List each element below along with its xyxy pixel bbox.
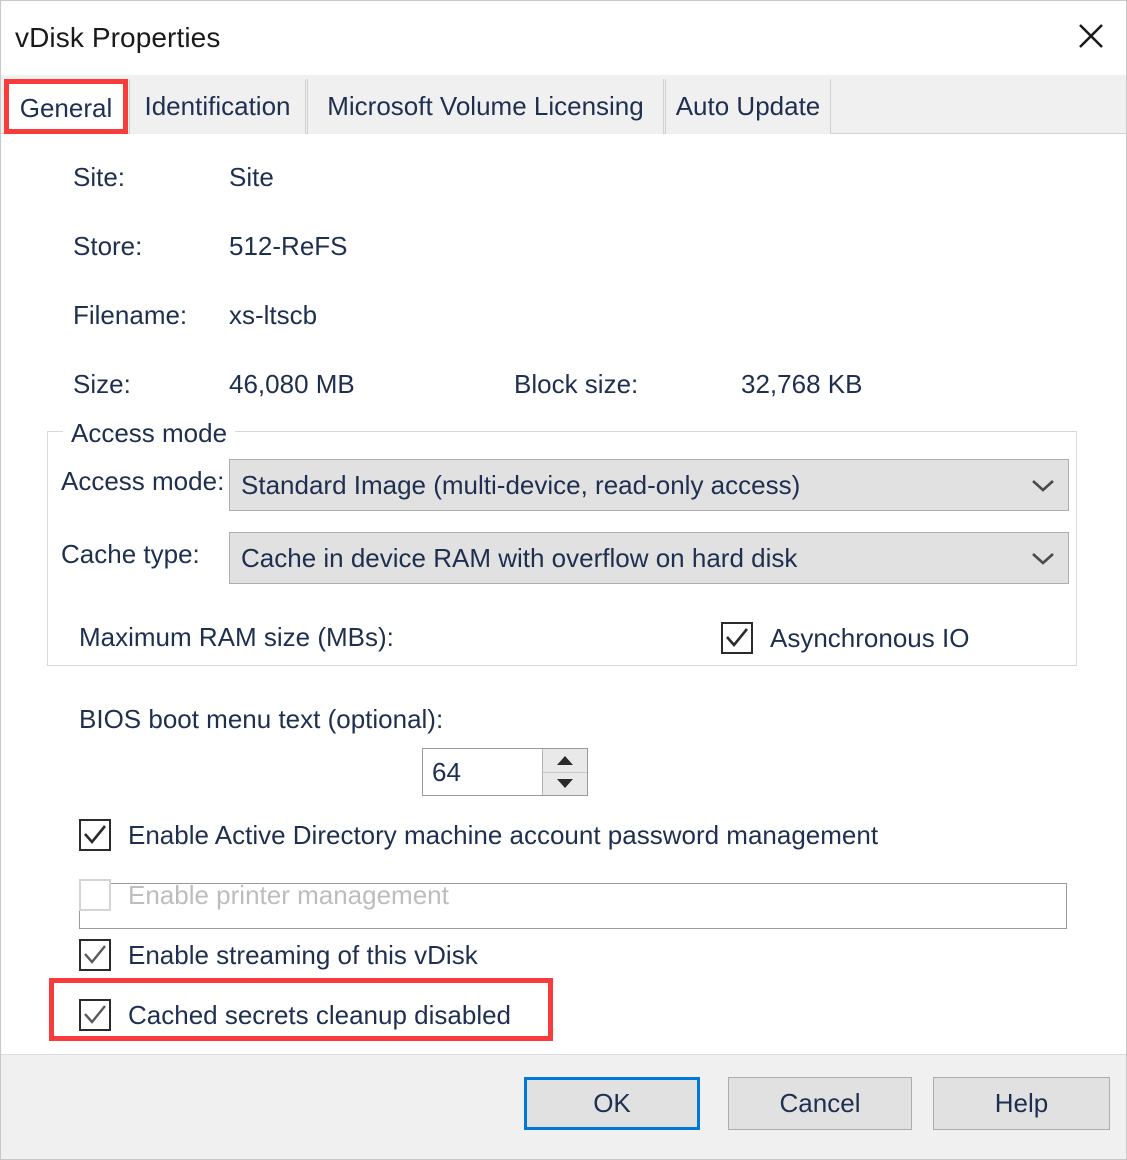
stepper-up-button[interactable]: [543, 749, 587, 772]
title-bar: vDisk Properties: [1, 1, 1126, 75]
store-value: 512-ReFS: [229, 231, 348, 261]
help-button-label: Help: [994, 1088, 1049, 1118]
check-icon: [84, 945, 106, 964]
size-label: Size:: [73, 369, 131, 399]
access-mode-label: Access mode:: [61, 466, 225, 496]
tab-microsoft-volume-licensing-label: Microsoft Volume Licensing: [327, 91, 644, 121]
checkbox-box: [79, 939, 111, 971]
help-button[interactable]: Help: [933, 1077, 1110, 1130]
site-value: Site: [229, 162, 274, 192]
general-tab-panel: Site: Site Store: 512-ReFS Filename: xs-…: [1, 134, 1126, 1054]
window-title: vDisk Properties: [15, 22, 221, 53]
tab-identification-label: Identification: [144, 91, 291, 121]
chevron-down-icon: [1018, 550, 1068, 566]
tab-strip: General Identification Microsoft Volume …: [1, 75, 1126, 138]
site-label: Site:: [73, 162, 126, 192]
block-size-label: Block size:: [514, 369, 639, 399]
stepper-buttons: [542, 749, 587, 795]
enable-streaming-label: Enable streaming of this vDisk: [128, 939, 478, 970]
tab-general[interactable]: General: [4, 79, 128, 138]
vdisk-properties-dialog: vDisk Properties General Identification …: [0, 0, 1127, 1160]
check-icon: [726, 628, 749, 648]
stepper-down-button[interactable]: [543, 771, 587, 796]
tab-auto-update[interactable]: Auto Update: [665, 79, 831, 134]
filename-value: xs-ltscb: [229, 300, 318, 330]
checkbox-box: [79, 879, 111, 911]
asynchronous-io-checkbox[interactable]: Asynchronous IO: [721, 622, 969, 654]
cached-secrets-cleanup-disabled-checkbox[interactable]: Cached secrets cleanup disabled: [79, 999, 511, 1031]
cached-secrets-cleanup-disabled-label: Cached secrets cleanup disabled: [128, 999, 512, 1030]
ok-button-label: OK: [593, 1088, 631, 1118]
tab-auto-update-label: Auto Update: [675, 91, 821, 121]
cache-type-label: Cache type:: [61, 539, 200, 569]
close-icon: [1076, 21, 1106, 51]
access-mode-select[interactable]: Standard Image (multi-device, read-only …: [229, 459, 1069, 511]
cancel-button-label: Cancel: [779, 1088, 861, 1118]
checkbox-box: [721, 622, 753, 654]
close-button[interactable]: [1060, 7, 1122, 65]
cancel-button[interactable]: Cancel: [728, 1077, 912, 1130]
maximum-ram-size-value: 64: [432, 756, 461, 787]
cache-type-selected-value: Cache in device RAM with overflow on har…: [241, 542, 798, 573]
access-mode-group-legend: Access mode: [63, 418, 236, 449]
enable-printer-management-label: Enable printer management: [128, 879, 449, 910]
check-icon: [84, 825, 107, 845]
chevron-down-icon: [1018, 477, 1068, 493]
enable-ad-password-management-label: Enable Active Directory machine account …: [128, 819, 879, 850]
block-size-value: 32,768 KB: [741, 369, 863, 399]
maximum-ram-size-label: Maximum RAM size (MBs):: [79, 622, 394, 652]
tab-identification[interactable]: Identification: [129, 79, 306, 134]
enable-printer-management-checkbox: Enable printer management: [79, 879, 449, 911]
tab-general-label: General: [19, 93, 113, 123]
checkbox-box: [79, 819, 111, 851]
tab-microsoft-volume-licensing[interactable]: Microsoft Volume Licensing: [307, 79, 664, 134]
maximum-ram-size-stepper[interactable]: 64: [422, 748, 588, 796]
store-label: Store:: [73, 231, 143, 261]
asynchronous-io-label: Asynchronous IO: [770, 622, 970, 653]
enable-streaming-checkbox[interactable]: Enable streaming of this vDisk: [79, 939, 478, 971]
dialog-footer: OK Cancel Help: [1, 1054, 1126, 1159]
checkbox-box: [79, 999, 111, 1031]
check-icon: [84, 1005, 106, 1024]
size-value: 46,080 MB: [229, 369, 355, 399]
access-mode-selected-value: Standard Image (multi-device, read-only …: [241, 469, 801, 500]
enable-ad-password-management-checkbox[interactable]: Enable Active Directory machine account …: [79, 819, 878, 851]
ok-button[interactable]: OK: [524, 1077, 700, 1130]
filename-label: Filename:: [73, 300, 188, 330]
bios-boot-menu-label: BIOS boot menu text (optional):: [79, 704, 444, 734]
cache-type-select[interactable]: Cache in device RAM with overflow on har…: [229, 532, 1069, 584]
